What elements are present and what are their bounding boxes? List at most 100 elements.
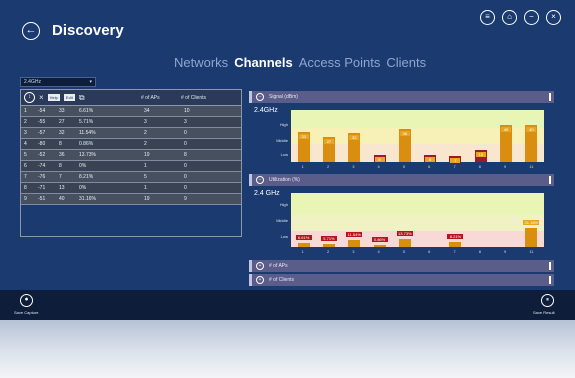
- table-cell: 0: [184, 141, 187, 147]
- table-cell: 6: [24, 163, 27, 169]
- signal-bar-label: 40: [501, 127, 512, 133]
- table-cell: 9: [24, 196, 27, 202]
- table-row[interactable]: 9 -51 40 31.16% 19 9: [21, 194, 241, 205]
- signal-panel-header[interactable]: − Signal (dBm): [249, 91, 554, 103]
- signal-bar-label: 33: [298, 133, 309, 139]
- sort-icon[interactable]: ↕: [24, 92, 35, 103]
- utilization-panel-title: Utilization (%): [269, 177, 300, 183]
- table-cell: 0: [184, 174, 187, 180]
- table-row[interactable]: 7 -76 7 8.21% 5 0: [21, 172, 241, 183]
- table-cell: 19: [144, 152, 150, 158]
- x-tick-label: 6: [428, 249, 431, 254]
- level-middle: Middle: [276, 138, 288, 143]
- table-cell: 8: [59, 163, 62, 169]
- utilization-bar[interactable]: [322, 243, 335, 247]
- utilization-bar[interactable]: [525, 228, 538, 247]
- clients-panel-header[interactable]: + # of Clients: [249, 274, 554, 286]
- table-row[interactable]: 2 -55 27 5.71% 3 3: [21, 117, 241, 128]
- x-tick-label: 8: [478, 164, 481, 169]
- column-aps[interactable]: # of APs: [141, 95, 181, 101]
- utilization-bar-label: 8.21%: [447, 234, 464, 240]
- table-cell: 0%: [79, 185, 87, 191]
- save-capture-button[interactable]: ⏺: [20, 294, 33, 307]
- table-cell: 27: [59, 119, 65, 125]
- table-cell: 3: [184, 119, 187, 125]
- tab-access-points[interactable]: Access Points: [299, 55, 381, 70]
- table-cell: 31.16%: [79, 196, 96, 202]
- utilization-panel-header[interactable]: − Utilization (%): [249, 174, 554, 186]
- table-cell: 0: [184, 163, 187, 169]
- x-tick-label: 2: [326, 249, 330, 254]
- table-cell: 0%: [79, 163, 87, 169]
- table-cell: 8: [24, 185, 27, 191]
- signal-bar-label: 36: [399, 130, 410, 136]
- table-cell: -74: [38, 163, 46, 169]
- table-cell: 32: [59, 130, 65, 136]
- table-cell: 9: [184, 196, 187, 202]
- table-cell: 8: [184, 152, 187, 158]
- back-arrow-icon[interactable]: ←: [22, 22, 40, 40]
- table-row[interactable]: 6 -74 8 0% 1 0: [21, 161, 241, 172]
- utilization-bar[interactable]: [373, 245, 386, 247]
- table-cell: 34: [144, 108, 150, 114]
- table-cell: 1: [144, 163, 147, 169]
- table-cell: 40: [59, 196, 65, 202]
- tab-clients[interactable]: Clients: [386, 55, 426, 70]
- menu-icon[interactable]: ≡: [480, 10, 495, 25]
- chevron-down-icon: ▾: [89, 79, 92, 85]
- utilization-bar-label: 13.73%: [396, 230, 413, 236]
- signal-bar-label: 8: [374, 156, 385, 162]
- page-title: Discovery: [52, 22, 124, 39]
- collapse-icon: −: [256, 93, 264, 101]
- signal-panel-title: Signal (dBm): [269, 94, 298, 100]
- save-result-button[interactable]: ⏸: [541, 294, 554, 307]
- x-tick-label: 7: [453, 249, 456, 254]
- x-tick-label: 9: [504, 164, 507, 169]
- x-tick-label: 3: [352, 249, 355, 254]
- tab-networks[interactable]: Networks: [174, 55, 228, 70]
- utilization-bar-label: 11.54%: [346, 232, 363, 238]
- channels-table: ↕ × Help Edit ⧉ # of APs # of Clients 1 -…: [20, 89, 242, 237]
- panel-marker: [549, 262, 551, 270]
- panel-marker: [549, 176, 551, 184]
- help-button[interactable]: Help: [47, 94, 60, 101]
- table-row[interactable]: 1 -54 33 6.61% 34 10: [21, 106, 241, 117]
- minimize-icon[interactable]: −: [524, 10, 539, 25]
- table-row[interactable]: 8 -71 13 0% 1 0: [21, 183, 241, 194]
- x-tick-label: 7: [453, 164, 456, 169]
- close-x-icon[interactable]: ×: [39, 93, 44, 102]
- expand-icon: +: [256, 276, 264, 284]
- chart-band: [291, 193, 544, 215]
- aps-panel-header[interactable]: + # of APs: [249, 260, 554, 272]
- panel-marker: [549, 276, 551, 284]
- level-low: Low: [280, 152, 288, 157]
- utilization-bar[interactable]: [398, 238, 411, 247]
- utilization-bar-label: 6.61%: [295, 235, 312, 241]
- level-high: High: [279, 202, 288, 207]
- table-row[interactable]: 4 -80 8 0.86% 2 0: [21, 139, 241, 150]
- tab-channels[interactable]: Channels: [234, 55, 293, 70]
- signal-bar-label: 13: [475, 152, 486, 158]
- table-body: 1 -54 33 6.61% 34 10 2 -55 27 5.71% 3 3 3 -57 32 11.54%…: [21, 106, 241, 205]
- table-cell: 1: [24, 108, 27, 114]
- x-tick-label: 9: [504, 249, 507, 254]
- table-cell: -51: [38, 196, 46, 202]
- table-row[interactable]: 5 -52 36 13.73% 19 8: [21, 150, 241, 161]
- utilization-bar[interactable]: [297, 243, 310, 247]
- expand-icon: +: [256, 262, 264, 270]
- edit-button[interactable]: Edit: [63, 94, 75, 101]
- x-tick-label: 1: [301, 164, 304, 169]
- table-cell: 4: [24, 141, 27, 147]
- export-icon[interactable]: ⧉: [79, 93, 85, 102]
- band-dropdown-value: 2.4GHz: [24, 79, 41, 85]
- utilization-bar[interactable]: [348, 240, 361, 247]
- table-cell: -76: [38, 174, 46, 180]
- band-dropdown[interactable]: 2.4GHz ▾: [20, 77, 96, 87]
- home-icon[interactable]: ⌂: [502, 10, 517, 25]
- close-icon[interactable]: ×: [546, 10, 561, 25]
- clients-panel-title: # of Clients: [269, 277, 295, 283]
- column-clients[interactable]: # of Clients: [181, 95, 241, 101]
- table-cell: -71: [38, 185, 46, 191]
- table-row[interactable]: 3 -57 32 11.54% 2 0: [21, 128, 241, 139]
- utilization-bar[interactable]: [449, 242, 462, 247]
